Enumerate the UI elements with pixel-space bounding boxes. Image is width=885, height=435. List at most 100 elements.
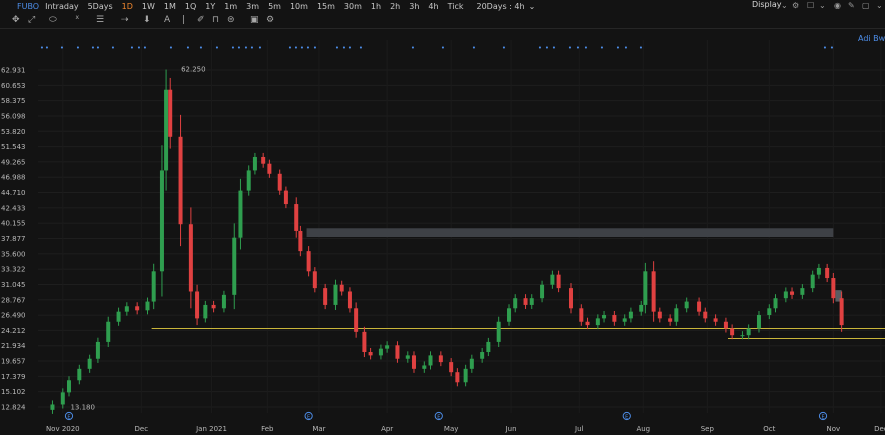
y-tick-label: 31.045 bbox=[1, 281, 26, 289]
event-dot-icon: • bbox=[294, 44, 298, 52]
y-tick-label: 35.600 bbox=[1, 250, 26, 258]
y-tick-label: 46.988 bbox=[1, 174, 26, 182]
candle-body bbox=[428, 355, 433, 366]
candle-body bbox=[221, 294, 226, 309]
candle-body bbox=[294, 204, 299, 231]
candle-body bbox=[277, 173, 282, 191]
y-tick-label: 15.102 bbox=[1, 388, 26, 396]
candle-body bbox=[378, 348, 383, 356]
event-dot-icon: • bbox=[313, 44, 317, 52]
candle-body bbox=[135, 306, 140, 311]
candle-body bbox=[87, 358, 92, 369]
event-dot-icon: • bbox=[545, 44, 549, 52]
event-dot-icon: • bbox=[199, 44, 203, 52]
candle-body bbox=[106, 321, 111, 342]
candle-body bbox=[405, 355, 410, 359]
event-dot-icon: • bbox=[306, 44, 310, 52]
event-marker-icon: E bbox=[307, 414, 310, 420]
candle-body bbox=[438, 355, 443, 363]
resistance-zone bbox=[306, 228, 834, 238]
candle-body bbox=[306, 251, 311, 272]
candle-body bbox=[703, 311, 708, 319]
candle-body bbox=[550, 274, 555, 285]
event-dot-icon: • bbox=[348, 44, 352, 52]
event-dot-icon: • bbox=[538, 44, 542, 52]
x-tick-label: Dec bbox=[874, 425, 885, 433]
event-dot-icon: • bbox=[186, 44, 190, 52]
y-tick-label: 62.931 bbox=[1, 67, 26, 75]
candle-body bbox=[579, 308, 584, 322]
candle-body bbox=[164, 89, 169, 171]
event-dot-icon: • bbox=[411, 44, 415, 52]
event-dot-icon: • bbox=[600, 44, 604, 52]
candle-body bbox=[507, 308, 512, 322]
event-dot-icon: • bbox=[76, 44, 80, 52]
candle-body bbox=[168, 89, 173, 137]
candle-body bbox=[116, 311, 121, 322]
event-dot-icon: • bbox=[342, 44, 346, 52]
candle-body bbox=[639, 304, 644, 312]
price-chart[interactable]: 62.931 60.653 58.375 56.098 53.820 51.543 49.2… bbox=[0, 0, 885, 435]
event-dot-icon: • bbox=[300, 44, 304, 52]
event-dot-icon: • bbox=[40, 44, 44, 52]
x-tick-label: Sep bbox=[701, 425, 715, 433]
candle-body bbox=[124, 306, 129, 312]
candle-body bbox=[339, 284, 344, 292]
x-tick-label: Feb bbox=[261, 425, 274, 433]
candle-body bbox=[612, 315, 617, 322]
event-dot-icon: • bbox=[359, 44, 363, 52]
y-tick-label: 60.653 bbox=[1, 82, 26, 90]
event-dot-icon: • bbox=[244, 44, 248, 52]
candle-body bbox=[783, 291, 788, 299]
candle-body bbox=[267, 163, 272, 174]
candle-body bbox=[77, 368, 82, 381]
x-tick-label: Dec bbox=[135, 425, 149, 433]
event-dot-icon: • bbox=[576, 44, 580, 52]
candle-body bbox=[395, 345, 400, 359]
event-dot-icon: • bbox=[96, 44, 100, 52]
event-dot-icon: • bbox=[45, 44, 49, 52]
event-dot-icon: • bbox=[584, 44, 588, 52]
candle-body bbox=[568, 288, 573, 309]
candle-body bbox=[60, 392, 65, 405]
candle-body bbox=[767, 308, 772, 316]
y-tick-label: 58.375 bbox=[1, 97, 26, 105]
candle-body bbox=[469, 358, 474, 369]
candle-body bbox=[556, 274, 561, 289]
candle-body bbox=[159, 170, 164, 272]
event-dot-icon: • bbox=[60, 44, 64, 52]
low-label: 13.180 bbox=[70, 404, 95, 412]
candle-body bbox=[595, 318, 600, 326]
x-tick-label: Apr bbox=[381, 425, 393, 433]
event-dot-icon: • bbox=[639, 44, 643, 52]
y-tick-label: 24.212 bbox=[1, 327, 26, 335]
y-tick-label: 17.379 bbox=[1, 373, 26, 381]
x-tick-label: Jan 2021 bbox=[195, 425, 227, 433]
candle-body bbox=[333, 284, 338, 305]
x-tick-label: May bbox=[444, 425, 458, 433]
candle-body bbox=[756, 315, 761, 329]
candle-body bbox=[411, 355, 416, 369]
high-label: 62.250 bbox=[181, 66, 206, 74]
event-dot-icon: • bbox=[215, 44, 219, 52]
candle-body bbox=[368, 352, 373, 356]
event-marker-icon: E bbox=[821, 414, 824, 420]
candle-body bbox=[232, 237, 237, 295]
candle-body bbox=[151, 271, 156, 302]
candle-body bbox=[246, 170, 251, 191]
candle-body bbox=[825, 267, 830, 279]
event-dot-icon: • bbox=[130, 44, 134, 52]
candle-body bbox=[455, 372, 460, 383]
x-tick-label: Mar bbox=[312, 425, 325, 433]
candle-body bbox=[529, 298, 534, 305]
candle-body bbox=[283, 190, 288, 205]
event-dot-icon: • bbox=[169, 44, 173, 52]
candle-body bbox=[203, 304, 208, 319]
candle-body bbox=[816, 267, 821, 275]
candle-body bbox=[95, 341, 100, 359]
event-dot-icon: • bbox=[231, 44, 235, 52]
candle-body bbox=[831, 278, 836, 299]
candle-body bbox=[298, 230, 303, 252]
candle-body bbox=[362, 331, 367, 353]
event-dot-icon: • bbox=[616, 44, 620, 52]
